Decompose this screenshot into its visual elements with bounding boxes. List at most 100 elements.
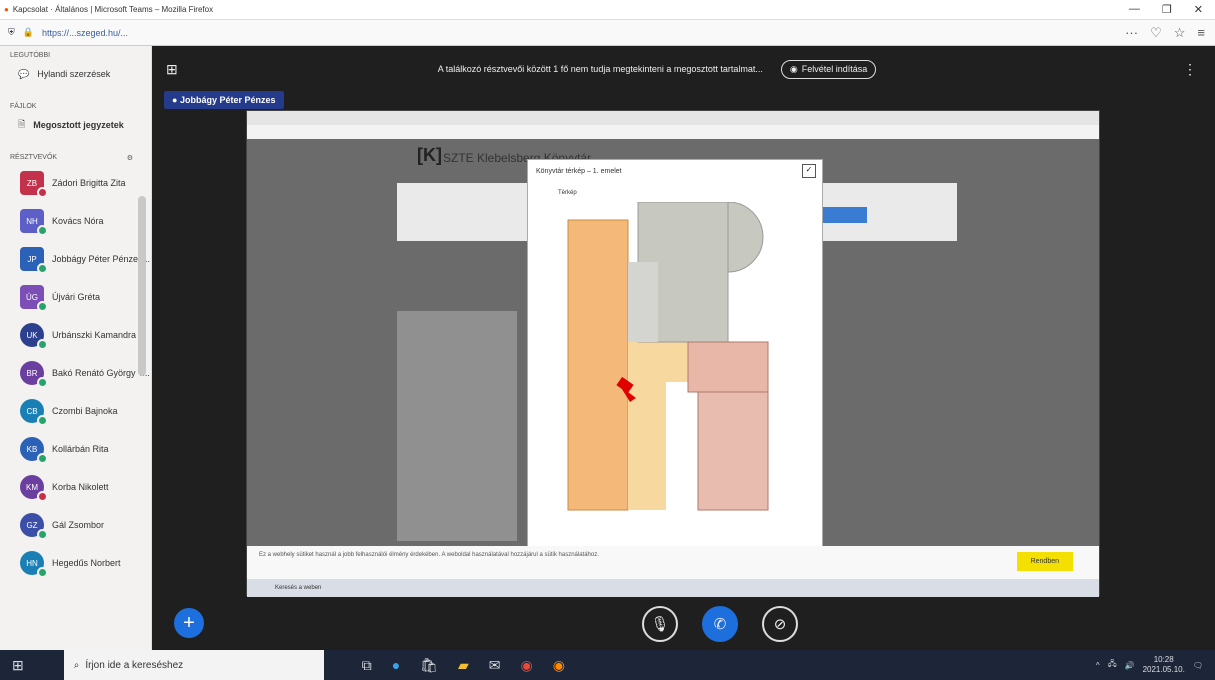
more-options-icon[interactable]: ⋮ xyxy=(1183,61,1197,78)
clock-date: 2021.05.10. xyxy=(1142,665,1185,674)
url-field[interactable]: https://...szeged.hu/... xyxy=(42,28,128,38)
volume-icon[interactable]: 🔊 xyxy=(1125,661,1135,670)
cookie-accept-button[interactable]: Rendben xyxy=(1016,552,1073,571)
library-logo: [K] xyxy=(417,145,442,165)
presence-status-icon xyxy=(37,491,48,502)
close-button[interactable]: ✕ xyxy=(1194,3,1203,16)
clock[interactable]: 10:28 2021.05.10. xyxy=(1143,655,1185,675)
lock-icon[interactable]: 🔒 xyxy=(23,27,34,38)
tray-chevron-icon[interactable]: ^ xyxy=(1096,661,1100,670)
recent-item[interactable]: 💬 Hylandi szerzések xyxy=(0,61,151,87)
inner-search-text: Keresés a weben xyxy=(275,585,322,591)
participant-name: Hegedűs Norbert xyxy=(52,558,121,568)
inner-tab-strip xyxy=(247,111,1099,125)
chrome-icon[interactable]: ◉ xyxy=(521,657,533,674)
presence-status-icon xyxy=(37,187,48,198)
notifications-icon[interactable]: 🗨 xyxy=(1193,661,1203,670)
inner-taskbar: Keresés a weben xyxy=(247,579,1099,597)
meeting-header: ⊞ A találkozó résztvevői között 1 fő nem… xyxy=(152,46,1215,92)
cookie-text: Ez a webhely sütiket használ a jobb felh… xyxy=(259,552,599,558)
section-people-label: Résztvevők ⚙ xyxy=(10,154,133,162)
sidebar-scrollbar[interactable] xyxy=(138,196,146,376)
mic-off-icon: 🎙 xyxy=(650,616,670,633)
document-icon: 🗎 xyxy=(18,119,26,129)
participant-row[interactable]: ZB Zádori Brigitta Zita xyxy=(0,164,151,202)
modal-tab[interactable]: Térkép xyxy=(558,190,577,196)
firefox-taskbar-icon[interactable]: ◉ xyxy=(553,657,565,674)
participant-row[interactable]: BR Bakó Renátó György T... xyxy=(0,354,151,392)
participant-name: Jobbágy Péter Pénzes... xyxy=(52,254,151,264)
participant-row[interactable]: NH Kovács Nóra xyxy=(0,202,151,240)
modal-close-button[interactable]: ✓ xyxy=(802,164,816,178)
files-item-label: Megosztott jegyzetek xyxy=(33,120,124,130)
mute-mic-button[interactable]: 🎙 xyxy=(642,606,678,642)
search-icon: ⌕ xyxy=(73,659,80,671)
inner-left-facets xyxy=(397,311,517,541)
avatar: HN xyxy=(20,551,48,578)
window-title: Kapcsolat · Általános | Microsoft Teams … xyxy=(12,5,214,14)
windows-start-icon[interactable]: ⊞ xyxy=(12,657,24,674)
participant-row[interactable]: ÚG Újvári Gréta xyxy=(0,278,151,316)
participant-row[interactable]: UK Urbánszki Kamandra xyxy=(0,316,151,354)
participant-name: Kovács Nóra xyxy=(52,216,104,226)
participant-row[interactable]: CB Czombi Bajnoka xyxy=(0,392,151,430)
participant-name: Czombi Bajnoka xyxy=(52,406,118,416)
avatar: ZB xyxy=(20,171,48,198)
menu-icon[interactable]: ≡ xyxy=(1197,25,1205,41)
participant-row[interactable]: GZ Gál Zsombor xyxy=(0,506,151,544)
participant-name: Újvári Gréta xyxy=(52,292,101,302)
add-button[interactable]: + xyxy=(174,608,204,638)
store-icon[interactable]: 🛍 xyxy=(420,657,438,674)
section-recent-label: Legutóbbi xyxy=(10,52,51,59)
task-view-icon[interactable]: ⧉ xyxy=(362,657,372,674)
meeting-sidebar: Legutóbbi 💬 Hylandi szerzések Fájlok 🗎 M… xyxy=(0,46,152,650)
taskbar-search-placeholder: Írjon ide a kereséshez xyxy=(85,659,184,671)
mail-icon[interactable]: ✉ xyxy=(489,657,501,674)
meeting-banner: A találkozó résztvevői között 1 fő nem t… xyxy=(437,64,763,74)
avatar: JP xyxy=(20,247,48,274)
presence-status-icon xyxy=(37,377,48,388)
maximize-button[interactable]: ❐ xyxy=(1162,3,1172,16)
firefox-icon: ● xyxy=(4,5,9,14)
avatar: ÚG xyxy=(20,285,48,312)
camera-off-icon: ⊘ xyxy=(773,616,787,633)
record-button[interactable]: ◉ Felvétel indítása xyxy=(780,59,877,79)
shared-screen: [K] SZTE Klebelsberg Könyvtár Könyvtár t… xyxy=(246,110,1100,597)
system-tray: ^ 🖧 🔊 10:28 2021.05.10. 🗨 xyxy=(1096,655,1215,675)
presence-status-icon xyxy=(37,225,48,236)
explorer-icon[interactable]: ▰ xyxy=(458,657,469,674)
floor-plan xyxy=(567,202,769,511)
participant-name: Urbánszki Kamandra xyxy=(52,330,137,340)
edge-icon[interactable]: ● xyxy=(392,657,400,674)
participant-name: Zádori Brigitta Zita xyxy=(52,178,126,188)
modal-title: Könyvtár térkép – 1. emelet xyxy=(536,168,622,175)
bookmark-star-icon[interactable]: ☆ xyxy=(1174,25,1186,41)
page-actions-icon[interactable]: ··· xyxy=(1125,25,1138,41)
shield-icon[interactable]: ⛨ xyxy=(8,27,15,38)
call-controls: 🎙 ✆ ⊘ xyxy=(642,606,798,642)
avatar: CB xyxy=(20,399,48,426)
avatar: GZ xyxy=(20,513,48,540)
cookie-banner: Ez a webhely sütiket használ a jobb felh… xyxy=(247,546,1099,579)
network-icon[interactable]: 🖧 xyxy=(1108,658,1117,672)
participant-row[interactable]: KB Kollárbán Rita xyxy=(0,430,151,468)
participant-row[interactable]: JP Jobbágy Péter Pénzes... xyxy=(0,240,151,278)
participant-row[interactable]: HN Hegedűs Norbert xyxy=(0,544,151,582)
settings-icon[interactable]: ⚙ xyxy=(127,154,133,162)
phone-icon: ✆ xyxy=(713,616,727,633)
participant-name: Gál Zsombor xyxy=(52,520,105,530)
hangup-button[interactable]: ✆ xyxy=(702,606,738,642)
pocket-icon[interactable]: ♡ xyxy=(1150,25,1162,41)
camera-off-button[interactable]: ⊘ xyxy=(762,606,798,642)
presence-status-icon xyxy=(37,415,48,426)
minimize-button[interactable]: — xyxy=(1129,3,1140,16)
avatar: BR xyxy=(20,361,48,388)
presence-status-icon xyxy=(37,529,48,540)
presence-status-icon xyxy=(37,453,48,464)
window-titlebar: ● Kapcsolat · Általános | Microsoft Team… xyxy=(0,0,1215,20)
participant-row[interactable]: KM Korba Nikolett xyxy=(0,468,151,506)
windows-taskbar: ⊞ ⌕ Írjon ide a kereséshez ⧉ ● 🛍 ▰ ✉ ◉ ◉… xyxy=(0,650,1215,680)
taskbar-search[interactable]: ⌕ Írjon ide a kereséshez xyxy=(63,650,324,680)
participants-icon[interactable]: ⊞ xyxy=(166,61,178,78)
files-item[interactable]: 🗎 Megosztott jegyzetek xyxy=(0,112,151,138)
